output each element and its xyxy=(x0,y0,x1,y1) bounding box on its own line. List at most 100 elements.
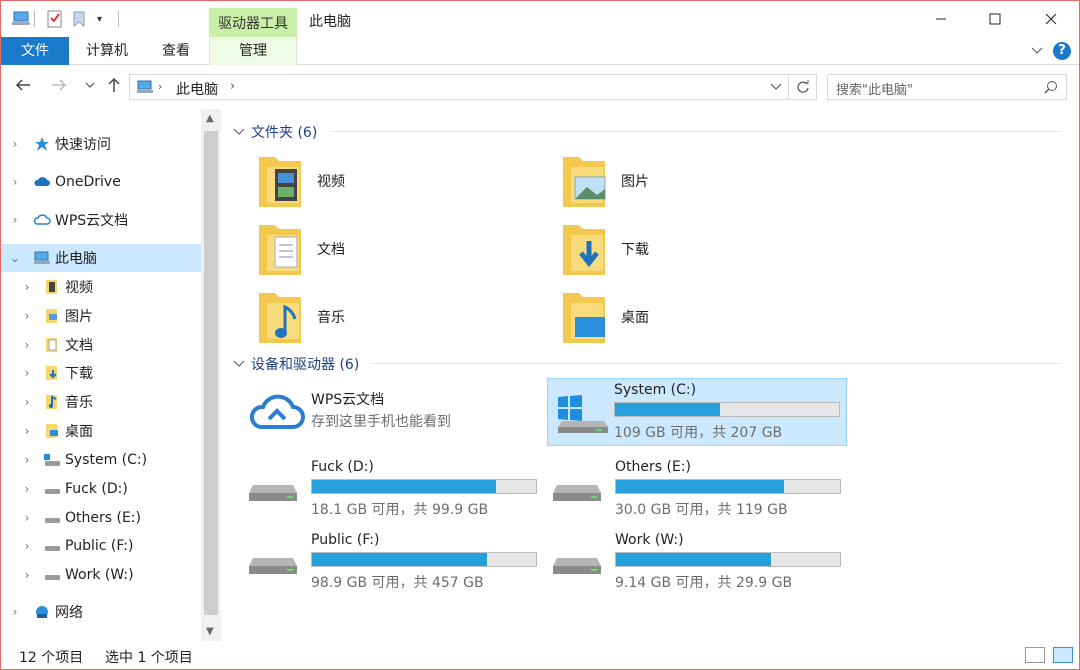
back-button[interactable] xyxy=(15,77,31,96)
minimize-button[interactable] xyxy=(913,1,969,37)
folder-label: 桌面 xyxy=(621,310,649,326)
nav-item-drive-f[interactable]: › Public (F:) xyxy=(1,532,201,560)
download-folder-icon xyxy=(46,366,57,380)
scroll-up-icon[interactable]: ▲ xyxy=(206,113,214,124)
chevron-right-icon[interactable]: › xyxy=(21,539,33,553)
drive-c[interactable]: System (C:) 109 GB 可用，共 207 GB xyxy=(547,378,847,446)
close-button[interactable] xyxy=(1023,1,1079,37)
drive-w[interactable]: Work (W:) 9.14 GB 可用，共 29.9 GB xyxy=(551,528,851,594)
folder-documents[interactable]: 文档 xyxy=(257,221,557,281)
nav-item-drive-e[interactable]: › Others (E:) xyxy=(1,504,201,532)
nav-item-label: 文档 xyxy=(65,338,93,354)
chevron-right-icon[interactable]: › xyxy=(21,366,33,380)
chevron-right-icon[interactable]: › xyxy=(9,137,21,151)
nav-item-desktop[interactable]: › 桌面 xyxy=(1,417,201,445)
refresh-button[interactable] xyxy=(789,74,817,100)
nav-item-wps-cloud[interactable]: › WPS云文档 xyxy=(1,206,201,234)
nav-item-pictures[interactable]: › 图片 xyxy=(1,302,201,330)
address-dropdown-icon[interactable] xyxy=(770,83,782,91)
breadcrumb-chevron-icon[interactable]: › xyxy=(158,80,162,93)
picture-folder-icon xyxy=(46,309,57,323)
folder-downloads[interactable]: 下载 xyxy=(561,221,861,281)
drive-f[interactable]: Public (F:) 98.9 GB 可用，共 457 GB xyxy=(247,528,547,594)
nav-item-label: Work (W:) xyxy=(65,567,134,583)
nav-item-onedrive[interactable]: › OneDrive xyxy=(1,168,201,196)
tab-computer[interactable]: 计算机 xyxy=(71,37,143,65)
search-box[interactable]: 搜索"此电脑" xyxy=(827,74,1067,100)
large-icons-view-icon[interactable] xyxy=(1053,647,1073,663)
nav-item-drive-w[interactable]: › Work (W:) xyxy=(1,561,201,589)
details-view-icon[interactable] xyxy=(1025,647,1045,663)
maximize-button[interactable] xyxy=(967,1,1023,37)
folder-music[interactable]: 音乐 xyxy=(257,289,557,349)
document-folder-icon xyxy=(259,225,301,275)
nav-item-quick-access[interactable]: › 快速访问 xyxy=(1,130,201,158)
drive-e[interactable]: Others (E:) 30.0 GB 可用，共 119 GB xyxy=(551,455,851,521)
help-icon[interactable]: ? xyxy=(1053,42,1071,60)
nav-item-videos[interactable]: › 视频 xyxy=(1,273,201,301)
folder-pictures[interactable]: 图片 xyxy=(561,153,861,213)
drive-usage-fill xyxy=(312,553,487,566)
address-bar[interactable]: › 此电脑 › xyxy=(129,74,789,100)
chevron-right-icon[interactable]: › xyxy=(21,280,33,294)
breadcrumb-chevron-icon[interactable]: › xyxy=(230,79,235,94)
chevron-right-icon[interactable]: › xyxy=(21,511,33,525)
minimize-icon xyxy=(936,18,946,20)
search-icon[interactable] xyxy=(1044,80,1058,94)
nav-item-this-pc[interactable]: ⌄ 此电脑 xyxy=(1,244,201,272)
computer-icon[interactable] xyxy=(11,9,31,29)
folder-videos[interactable]: 视频 xyxy=(257,153,557,213)
nav-item-drive-d[interactable]: › Fuck (D:) xyxy=(1,475,201,503)
group-header-folders[interactable]: 文件夹 (6) xyxy=(233,122,317,142)
nav-item-network[interactable]: › 网络 xyxy=(1,598,201,626)
tab-view[interactable]: 查看 xyxy=(143,37,209,65)
chevron-right-icon[interactable]: › xyxy=(9,175,21,189)
expand-ribbon-icon[interactable] xyxy=(1031,47,1043,55)
chevron-right-icon[interactable]: › xyxy=(21,395,33,409)
nav-scrollbar[interactable]: ▲ ▼ xyxy=(201,109,221,641)
drive-name: WPS云文档 xyxy=(311,392,385,408)
chevron-right-icon[interactable]: › xyxy=(21,309,33,323)
tab-manage[interactable]: 管理 xyxy=(209,37,297,65)
drive-usage-bar xyxy=(311,552,537,567)
chevron-right-icon[interactable]: › xyxy=(21,568,33,582)
drive-d[interactable]: Fuck (D:) 18.1 GB 可用，共 99.9 GB xyxy=(247,455,547,521)
divider xyxy=(371,363,1061,364)
chevron-right-icon[interactable]: › xyxy=(21,424,33,438)
nav-item-downloads[interactable]: › 下载 xyxy=(1,359,201,387)
breadcrumb-this-pc[interactable]: 此电脑 xyxy=(176,79,218,99)
folder-desktop[interactable]: 桌面 xyxy=(561,289,861,349)
properties-icon[interactable] xyxy=(45,9,65,29)
chevron-right-icon[interactable]: › xyxy=(9,605,21,619)
chevron-right-icon[interactable]: › xyxy=(21,453,33,467)
scroll-down-icon[interactable]: ▼ xyxy=(206,626,214,637)
chevron-right-icon[interactable]: › xyxy=(9,213,21,227)
group-header-drives[interactable]: 设备和驱动器 (6) xyxy=(233,354,359,374)
wps-cloud-entry[interactable]: WPS云文档 存到这里手机也能看到 xyxy=(247,385,547,451)
recent-locations-button[interactable] xyxy=(85,77,95,96)
chevron-right-icon[interactable]: › xyxy=(21,482,33,496)
drive-info: 109 GB 可用，共 207 GB xyxy=(614,425,783,441)
nav-item-drive-c[interactable]: › System (C:) xyxy=(1,446,201,474)
nav-item-label: 网络 xyxy=(55,605,83,621)
drive-icon xyxy=(45,518,60,523)
up-button[interactable] xyxy=(107,77,121,97)
nav-item-label: 视频 xyxy=(65,280,93,296)
chevron-down-icon[interactable]: ⌄ xyxy=(9,251,21,265)
forward-button[interactable] xyxy=(51,77,67,96)
nav-item-documents[interactable]: › 文档 xyxy=(1,331,201,359)
wps-cloud-icon xyxy=(33,214,51,225)
title-bar: ▾ 驱动器工具 此电脑 xyxy=(1,1,1079,37)
drive-usage-fill xyxy=(312,480,496,493)
scrollbar-thumb[interactable] xyxy=(204,131,218,615)
close-icon xyxy=(1045,13,1057,25)
customize-quick-access-icon[interactable]: ▾ xyxy=(97,9,102,29)
drive-icon xyxy=(249,558,297,574)
new-folder-icon[interactable] xyxy=(71,9,87,29)
folder-label: 下载 xyxy=(621,242,649,258)
chevron-right-icon[interactable]: › xyxy=(21,338,33,352)
nav-item-music[interactable]: › 音乐 xyxy=(1,388,201,416)
wps-cloud-icon xyxy=(250,394,305,429)
nav-item-label: 此电脑 xyxy=(55,251,97,267)
tab-file[interactable]: 文件 xyxy=(1,37,69,65)
